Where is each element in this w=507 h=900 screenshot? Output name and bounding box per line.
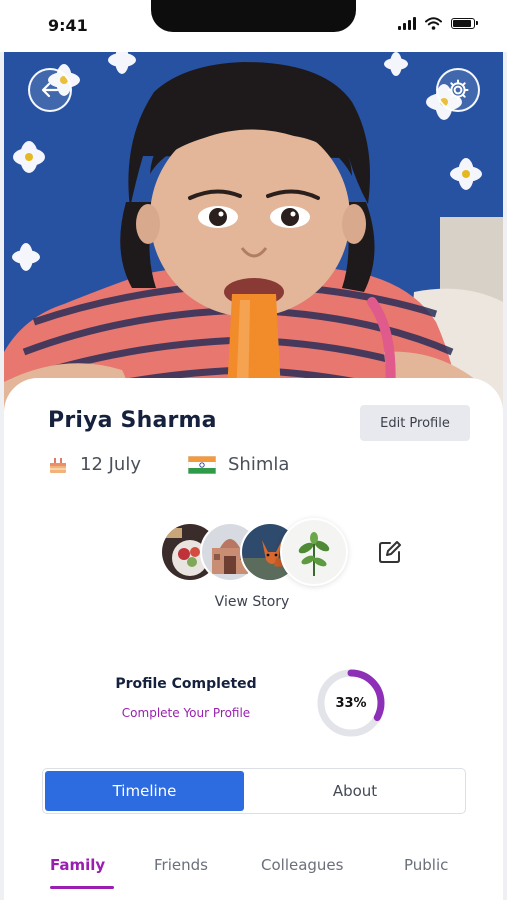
back-button[interactable] (28, 68, 72, 112)
location-info: Shimla (188, 454, 289, 475)
story-thumbnails[interactable] (160, 518, 350, 586)
main-tabs: Timeline About (42, 768, 466, 814)
status-icons (398, 17, 478, 30)
edit-profile-button[interactable]: Edit Profile (360, 405, 470, 441)
profile-completed-title: Profile Completed (115, 676, 257, 692)
wifi-icon (425, 17, 442, 30)
story-plant[interactable] (280, 518, 348, 586)
cake-icon (50, 457, 66, 473)
birthday-info: 12 July (48, 454, 141, 475)
location-text: Shimla (228, 454, 290, 475)
birthday-text: 12 July (80, 454, 141, 475)
complete-profile-link[interactable]: Complete Your Profile (88, 706, 284, 720)
gear-icon (447, 79, 469, 101)
view-story-link[interactable]: View Story (184, 594, 320, 610)
profile-cover-photo (4, 52, 503, 422)
status-bar: 9:41 (0, 0, 507, 52)
settings-button[interactable] (436, 68, 480, 112)
tab-about[interactable]: About (247, 771, 463, 811)
subtab-active-indicator (50, 886, 114, 889)
status-time: 9:41 (48, 16, 88, 35)
profile-card: Priya Sharma Edit Profile 12 July Shimla (4, 378, 503, 900)
progress-percent: 33% (335, 695, 367, 711)
india-flag-icon (188, 455, 216, 474)
subtab-colleagues[interactable]: Colleagues (261, 856, 343, 874)
tab-timeline[interactable]: Timeline (45, 771, 244, 811)
subtab-family[interactable]: Family (50, 856, 105, 874)
subtab-friends[interactable]: Friends (154, 856, 208, 874)
subtab-public[interactable]: Public (404, 856, 448, 874)
pencil-edit-icon[interactable] (376, 538, 404, 566)
device-frame-right (503, 0, 507, 900)
battery-icon (451, 18, 478, 29)
signal-icon (398, 17, 416, 30)
back-arrow-icon (41, 82, 59, 98)
device-notch (151, 0, 356, 32)
profile-name: Priya Sharma (48, 408, 217, 433)
